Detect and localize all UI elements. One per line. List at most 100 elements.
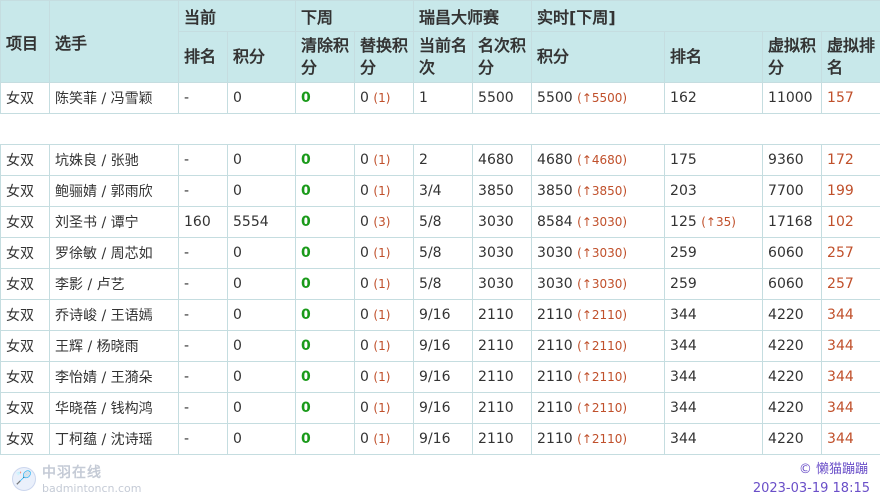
- table-row: 女双 坑姝良 / 张驰 -0 0 0 (1) 2 4680 4680 (↑4680) 175 93…: [0, 144, 880, 176]
- col-current-place: 当前名次: [413, 31, 474, 83]
- table-row: 女双 李怡婧 / 王漪朵 -0 0 0 (1) 9/16 2110 2110 (↑2110) 3…: [0, 361, 880, 393]
- col-rt-rank: 排名: [664, 31, 764, 83]
- clear-points-cell: 0: [295, 330, 356, 362]
- rt-rank-value: 344: [670, 369, 697, 385]
- current-rank-cell: -: [178, 237, 228, 269]
- replace-points-delta: (1): [373, 401, 391, 415]
- replace-points-cell: 0 (1): [354, 423, 415, 455]
- replace-points-delta: (1): [373, 153, 391, 167]
- replace-points-cell: 0 (1): [354, 361, 415, 393]
- virtual-points-cell: 6060: [762, 237, 823, 269]
- clear-points-cell: 0: [295, 299, 356, 331]
- current-rank-cell: 160: [178, 206, 228, 238]
- rt-points-value: 4680: [537, 152, 573, 168]
- players-cell: 李影 / 卢艺: [49, 268, 179, 300]
- rt-rank-cell: 344: [664, 330, 764, 362]
- rt-rank-cell: 344: [664, 423, 764, 455]
- rt-points-value: 2110: [537, 307, 573, 323]
- rt-points-delta: (↑3030): [577, 215, 628, 229]
- col-virtual-points: 虚拟积分: [762, 31, 823, 83]
- table-row: 女双 罗徐敏 / 周芯如 -0 0 0 (1) 5/8 3030 3030 (↑3030) 25…: [0, 237, 880, 269]
- col-current-rank: 排名: [178, 31, 228, 83]
- rt-rank-value: 203: [670, 183, 697, 199]
- virtual-rank-cell: 344: [821, 361, 880, 393]
- replace-points-cell: 0 (1): [354, 82, 415, 114]
- replace-points-delta: (1): [373, 91, 391, 105]
- rt-points-delta: (↑3030): [577, 277, 628, 291]
- virtual-points-cell: 17168: [762, 206, 823, 238]
- group-realtime-next-week: 实时[下周]: [531, 0, 880, 32]
- rt-rank-cell: 344: [664, 392, 764, 424]
- current-rank-cell: -: [178, 423, 228, 455]
- rt-points-delta: (↑2110): [577, 432, 628, 446]
- rt-points-cell: 5500 (↑5500): [531, 82, 666, 114]
- rt-points-value: 2110: [537, 369, 573, 385]
- virtual-rank-cell: 344: [821, 330, 880, 362]
- event-cell: 女双: [0, 144, 50, 176]
- rt-points-cell: 8584 (↑3030): [531, 206, 666, 238]
- players-cell: 鲍骊婧 / 郭雨欣: [49, 175, 179, 207]
- current-points-cell: 0: [226, 392, 297, 424]
- table-row: 女双 王辉 / 杨晓雨 -0 0 0 (1) 9/16 2110 2110 (↑2110) 34…: [0, 330, 880, 362]
- current-points-cell: 0: [226, 175, 297, 207]
- virtual-points-cell: 11000: [762, 82, 823, 114]
- current-place-cell: 1: [413, 82, 474, 114]
- place-points-cell: 2110: [472, 299, 533, 331]
- current-rank-cell: -: [178, 361, 228, 393]
- replace-points-cell: 0 (1): [354, 330, 415, 362]
- table-row: 女双 陈笑菲 / 冯雪颖 -0 0 0 (1) 1 5500 5500 (↑5500) 162 1…: [0, 82, 880, 114]
- table-row: 女双 乔诗峻 / 王语嫣 -0 0 0 (1) 9/16 2110 2110 (↑2110) 3…: [0, 299, 880, 331]
- place-points-cell: 3850: [472, 175, 533, 207]
- current-rank-cell: -: [178, 144, 228, 176]
- virtual-points-cell: 4220: [762, 330, 823, 362]
- rt-rank-value: 259: [670, 245, 697, 261]
- rt-rank-value: 344: [670, 307, 697, 323]
- virtual-rank-cell: 344: [821, 299, 880, 331]
- current-place-cell: 5/8: [413, 237, 474, 269]
- col-rt-points: 积分: [531, 31, 666, 83]
- rt-rank-value: 162: [670, 90, 697, 106]
- clear-points-cell: 0: [295, 206, 356, 238]
- current-points-cell: 0: [226, 237, 297, 269]
- current-place-cell: 5/8: [413, 268, 474, 300]
- rt-points-value: 3030: [537, 276, 573, 292]
- replace-points-value: 0: [360, 90, 369, 106]
- virtual-points-cell: 4220: [762, 392, 823, 424]
- table-row: 女双 李影 / 卢艺 -0 0 0 (1) 5/8 3030 3030 (↑3030) 259 6…: [0, 268, 880, 300]
- clear-points-cell: 0: [295, 237, 356, 269]
- current-points-cell: 0: [226, 82, 297, 114]
- current-points-cell: 0: [226, 361, 297, 393]
- virtual-rank-cell: 172: [821, 144, 880, 176]
- rt-rank-value: 344: [670, 400, 697, 416]
- players-cell: 丁柯蕴 / 沈诗瑶: [49, 423, 179, 455]
- rt-points-delta: (↑3850): [577, 184, 628, 198]
- clear-points-cell: 0: [295, 392, 356, 424]
- replace-points-value: 0: [360, 276, 369, 292]
- event-cell: 女双: [0, 82, 50, 114]
- current-points-cell: 0: [226, 299, 297, 331]
- current-place-cell: 9/16: [413, 299, 474, 331]
- replace-points-value: 0: [360, 369, 369, 385]
- current-rank-cell: -: [178, 299, 228, 331]
- replace-points-cell: 0 (1): [354, 268, 415, 300]
- current-place-cell: 9/16: [413, 423, 474, 455]
- logo-text: 中羽在线: [42, 465, 102, 481]
- rt-points-value: 8584: [537, 214, 573, 230]
- rt-points-cell: 2110 (↑2110): [531, 392, 666, 424]
- replace-points-value: 0: [360, 214, 369, 230]
- replace-points-value: 0: [360, 183, 369, 199]
- replace-points-cell: 0 (1): [354, 392, 415, 424]
- replace-points-value: 0: [360, 245, 369, 261]
- rt-points-value: 5500: [537, 90, 573, 106]
- rt-points-cell: 2110 (↑2110): [531, 330, 666, 362]
- rt-points-cell: 3030 (↑3030): [531, 268, 666, 300]
- place-points-cell: 2110: [472, 330, 533, 362]
- current-rank-cell: -: [178, 392, 228, 424]
- rt-rank-value: 259: [670, 276, 697, 292]
- virtual-points-cell: 9360: [762, 144, 823, 176]
- replace-points-value: 0: [360, 400, 369, 416]
- table-row: 女双 丁柯蕴 / 沈诗瑶 -0 0 0 (1) 9/16 2110 2110 (↑2110) 3…: [0, 423, 880, 455]
- rt-points-delta: (↑3030): [577, 246, 628, 260]
- current-points-cell: 0: [226, 144, 297, 176]
- rt-rank-delta: (↑35): [701, 215, 736, 229]
